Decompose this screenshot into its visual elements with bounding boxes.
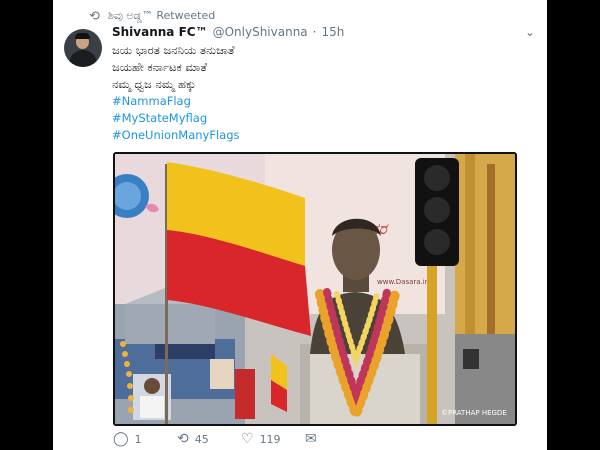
like-count: 119 (259, 432, 281, 446)
tweet-line: ನಮ್ಮ ಧ್ವಜ ನಮ್ಮ ಹಕ್ಕು (112, 77, 196, 91)
poster-url-text: www.Dasara.in (377, 278, 429, 286)
tweet-text: ಜಯ ಭಾರತ ಜನನಿಯ ತನುಜಾತೆ ಜಯಹೇ ಕರ್ನಾಟಕ ಮಾತೆ … (112, 42, 240, 144)
hashtag-link[interactable]: #OneUnionManyFlags (112, 127, 240, 144)
hashtag-link[interactable]: #MyStateMyflag (112, 110, 240, 127)
tweet-media-photo[interactable]: ಸರ www.Dasara.in ©PRATHAP HEGDE (113, 152, 517, 426)
retweet-button[interactable]: ⟲ 45 (177, 432, 241, 446)
retweet-count: 45 (194, 432, 209, 446)
tweet-line: ಜಯಹೇ ಕರ್ನಾಟಕ ಮಾತೆ (112, 60, 207, 74)
retweet-context: ⟲ ಶಿವು ಅಡ್ಡ™ Retweeted (89, 8, 215, 24)
chevron-down-icon[interactable]: ⌄ (525, 25, 535, 39)
tweet-timestamp[interactable]: 15h (321, 25, 344, 39)
photo-watermark: ©PRATHAP HEGDE (441, 409, 507, 417)
like-button[interactable]: ♡ 119 (241, 432, 305, 446)
tweet-actions: ◯ 1 ⟲ 45 ♡ 119 ✉ (113, 432, 317, 446)
separator-dot: · (312, 25, 317, 39)
hashtag-link[interactable]: #NammaFlag (112, 93, 240, 110)
tweet-line: ಜಯ ಭಾರತ ಜನನಿಯ ತನುಜಾತೆ (112, 43, 235, 57)
retweet-icon: ⟲ (89, 8, 100, 24)
reply-count: 1 (134, 432, 142, 446)
reply-icon: ◯ (113, 431, 129, 447)
avatar[interactable] (64, 29, 102, 67)
retweet-context-text[interactable]: ಶಿವು ಅಡ್ಡ™ Retweeted (108, 9, 215, 23)
reply-button[interactable]: ◯ 1 (113, 432, 177, 446)
tweet-card: ⟲ ಶಿವು ಅಡ್ಡ™ Retweeted Shivanna FC™ @Onl… (53, 0, 547, 450)
tweet-header: Shivanna FC™ @OnlyShivanna · 15h (112, 25, 344, 39)
author-name[interactable]: Shivanna FC™ (112, 25, 208, 39)
retweet-icon: ⟲ (177, 431, 189, 447)
heart-icon: ♡ (241, 431, 254, 447)
direct-message-button[interactable]: ✉ (305, 432, 317, 446)
author-handle[interactable]: @OnlyShivanna (213, 25, 308, 39)
envelope-icon: ✉ (305, 431, 317, 447)
